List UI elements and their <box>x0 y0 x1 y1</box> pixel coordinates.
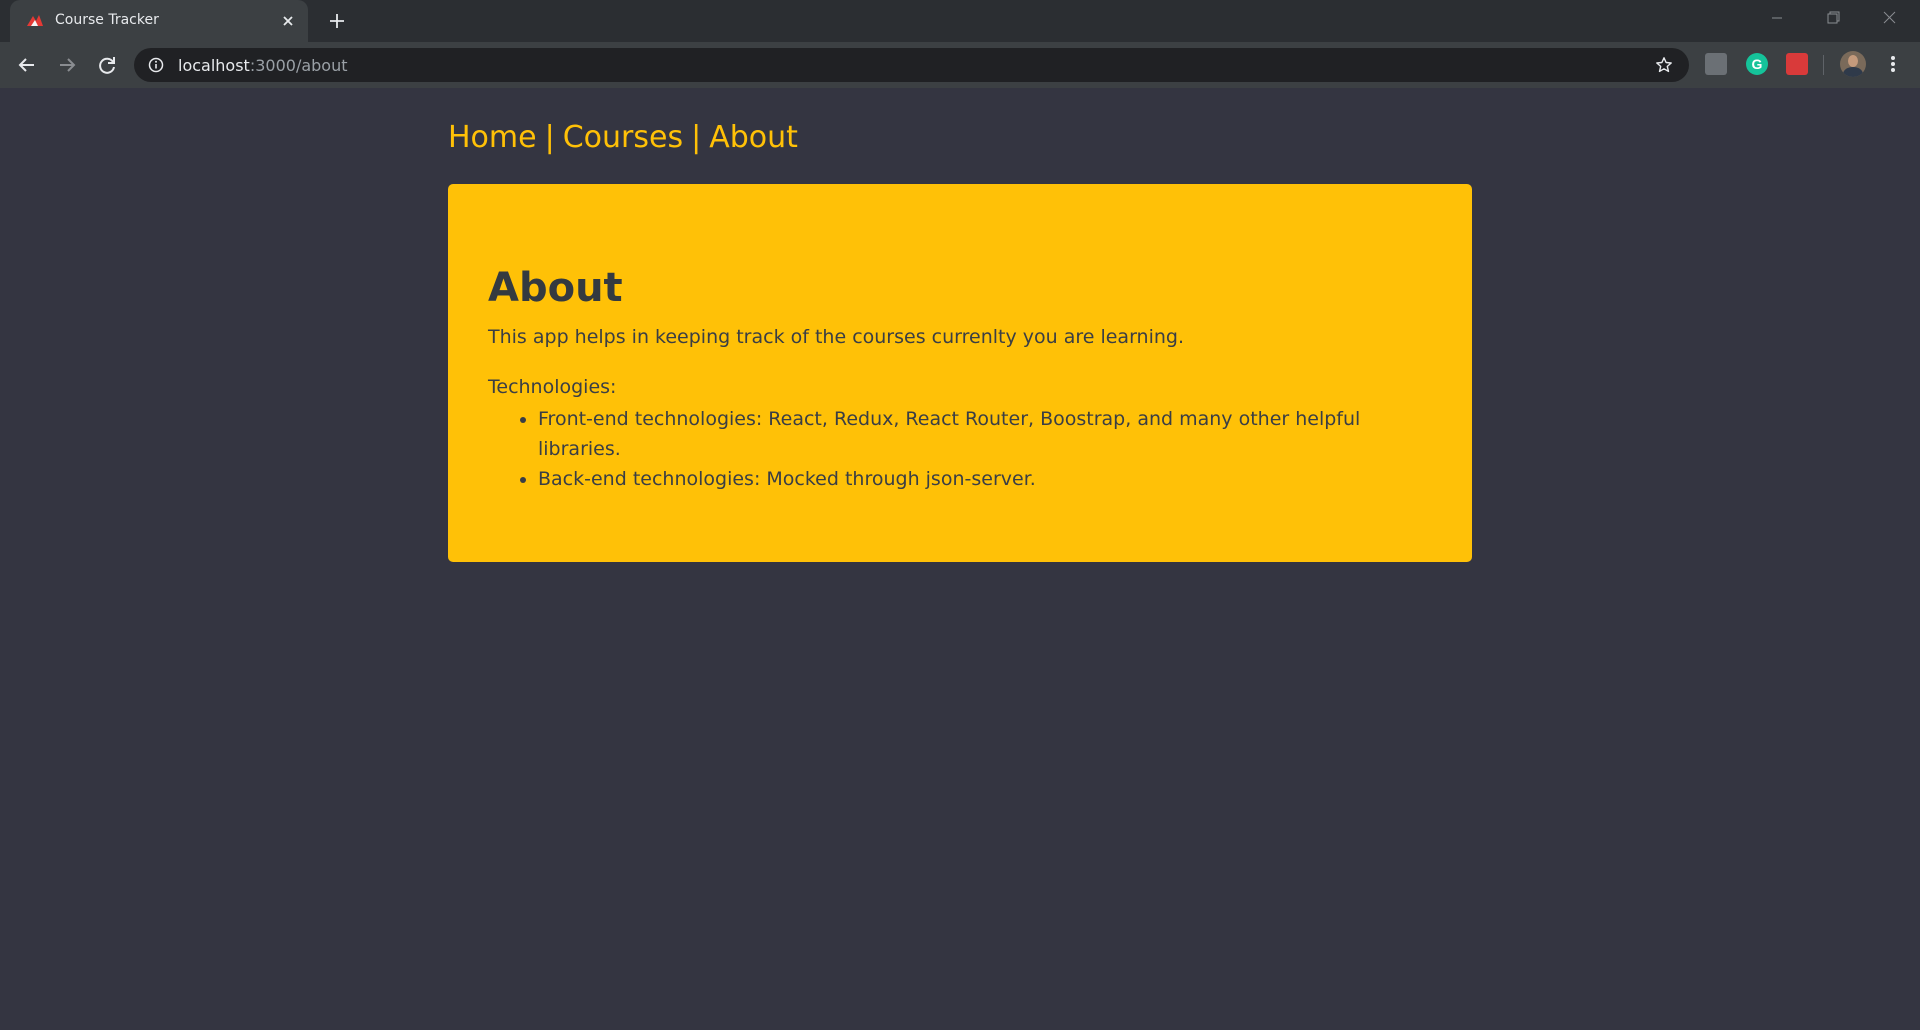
about-card: About This app helps in keeping track of… <box>448 184 1472 562</box>
nav-link-courses[interactable]: Courses <box>563 120 683 155</box>
about-description: This app helps in keeping track of the c… <box>488 326 1185 348</box>
browser-tab[interactable]: Course Tracker <box>10 0 308 42</box>
info-icon[interactable] <box>148 57 164 73</box>
about-heading: About <box>488 265 623 311</box>
nav-link-about[interactable]: About <box>709 120 798 155</box>
back-arrow-icon[interactable] <box>14 52 40 78</box>
page-body: Home | Courses | About About This app helps … <box>0 88 1920 1030</box>
browser-toolbar: localhost:3000/about <box>0 42 1920 89</box>
url-host: localhost <box>178 56 250 75</box>
main-nav: Home | Courses | About <box>448 120 798 155</box>
url-text[interactable]: localhost:3000/about <box>178 56 348 75</box>
minimize-icon[interactable] <box>1755 6 1799 30</box>
url-path: :3000/about <box>249 56 348 75</box>
forward-arrow-icon[interactable] <box>54 52 80 78</box>
nav-link-home[interactable]: Home <box>448 120 537 155</box>
tab-title: Course Tracker <box>55 12 159 28</box>
toolbar-divider <box>1823 55 1824 75</box>
address-bar[interactable]: localhost:3000/about <box>134 48 1689 82</box>
technologies-label: Technologies: <box>488 376 617 398</box>
grammarly-icon[interactable]: G <box>1746 53 1768 75</box>
restore-icon[interactable] <box>1811 6 1855 30</box>
list-item: Back-end technologies: Mocked through js… <box>538 464 1432 494</box>
kebab-menu-icon[interactable] <box>1886 53 1900 75</box>
favicon-icon <box>27 15 43 26</box>
window-close-icon[interactable] <box>1867 6 1911 30</box>
browser-tabstrip: Course Tracker <box>0 0 1920 42</box>
reload-icon[interactable] <box>94 52 120 78</box>
nav-separator: | <box>691 120 702 155</box>
profile-avatar[interactable] <box>1840 51 1866 77</box>
bookmark-star-icon[interactable] <box>1655 56 1673 74</box>
tab-close-icon[interactable] <box>279 12 297 30</box>
new-tab-icon[interactable] <box>323 10 351 32</box>
list-item: Front-end technologies: React, Redux, Re… <box>538 404 1432 464</box>
red-extension-icon[interactable] <box>1786 53 1808 75</box>
technologies-list: Front-end technologies: React, Redux, Re… <box>488 404 1432 494</box>
extension-icon[interactable] <box>1705 53 1727 75</box>
nav-separator: | <box>544 120 555 155</box>
